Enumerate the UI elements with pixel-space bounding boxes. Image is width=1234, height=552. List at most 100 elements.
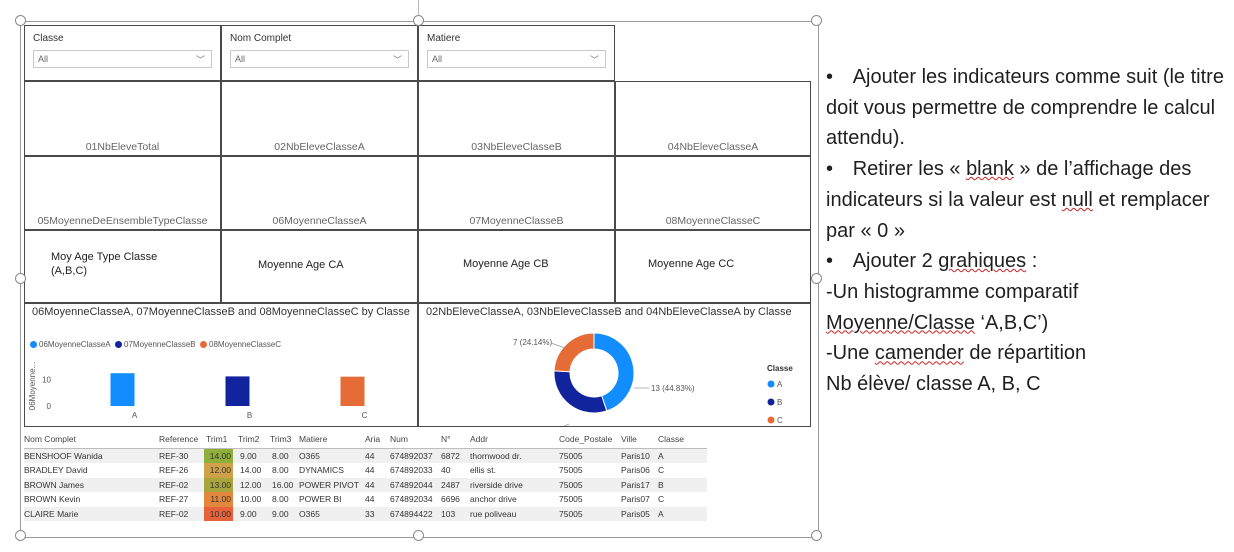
table-cell: A <box>658 508 664 519</box>
slicer-label: Matiere <box>427 33 461 44</box>
chevron-down-icon[interactable]: ﹀ <box>196 53 205 66</box>
column-header[interactable]: N° <box>441 434 451 444</box>
chevron-down-icon[interactable]: ﹀ <box>590 53 599 66</box>
column-header[interactable]: Trim1 <box>206 434 227 444</box>
bar-chart[interactable]: 06Moyenne... 0 10 A B C <box>25 304 417 426</box>
column-header[interactable]: Reference <box>159 434 198 444</box>
donut-chart-panel[interactable]: 02NbEleveClasseA, 03NbEleveClasseB and 0… <box>418 303 811 427</box>
age-card[interactable]: Moyenne Age CC <box>615 230 811 303</box>
x-tick-label: C <box>362 411 368 420</box>
note-line: -Une camender de répartition <box>826 338 1231 369</box>
kpi-label: 04NbEleveClasseA <box>667 141 759 153</box>
table-cell: O365 <box>299 451 320 461</box>
trim1-cell: 10.00 <box>204 506 233 521</box>
kpi-card[interactable]: 02NbEleveClasseA <box>221 81 418 156</box>
bullet-text: Ajouter les indicateurs comme suit (le t… <box>826 66 1224 150</box>
table-header: Nom Complet Reference Trim1 Trim2 Trim3 Matie… <box>24 430 707 449</box>
resize-handle[interactable] <box>811 15 822 26</box>
instructions-text: • Ajouter les indicateurs comme suit (le… <box>826 62 1231 400</box>
matiere-dropdown[interactable]: All ﹀ <box>427 50 606 68</box>
column-header[interactable]: Classe <box>658 434 684 444</box>
donut-slice <box>553 370 608 414</box>
note-line: -Un histogramme comparatif <box>826 280 1079 303</box>
column-header[interactable]: Num <box>390 434 408 444</box>
resize-handle[interactable] <box>811 273 822 284</box>
table-cell: BENSHOOF Wanida <box>24 451 103 461</box>
table-cell: DYNAMICS <box>299 465 344 476</box>
column-header[interactable]: Trim3 <box>270 434 291 444</box>
y-tick-label: 10 <box>42 375 51 384</box>
kpi-card[interactable]: 07MoyenneClasseB <box>418 156 615 230</box>
slicer-label: Classe <box>33 33 64 44</box>
table-cell: thornwood dr. <box>470 451 522 461</box>
kpi-card[interactable]: 04NbEleveClasseA <box>615 81 811 156</box>
table-cell: 44 <box>365 479 375 490</box>
bullet-text: Ajouter 2 <box>852 250 939 273</box>
table-row[interactable]: CLAIRE Marie REF-02 10.00 9.00 9.00 O365 33 674… <box>24 506 707 521</box>
column-header[interactable]: Nom Complet <box>24 434 76 444</box>
resize-handle[interactable] <box>413 530 424 541</box>
bar-chart-panel[interactable]: 06MoyenneClasseA, 07MoyenneClasseB and 0… <box>24 303 418 427</box>
slicer-matiere[interactable]: Matiere All ﹀ <box>418 25 615 81</box>
table-row[interactable]: BRADLEY David REF-26 12.00 14.00 8.00 DYNAMIC… <box>24 463 707 478</box>
column-header[interactable]: Trim2 <box>238 434 259 444</box>
kpi-label: 02NbEleveClasseA <box>274 141 365 153</box>
table-cell: C <box>658 494 665 505</box>
table-cell: 75005 <box>559 508 583 519</box>
resize-handle[interactable] <box>413 15 424 26</box>
age-card-label: Moyenne Age CB <box>463 258 549 270</box>
resize-handle[interactable] <box>15 273 26 284</box>
donut-slice <box>553 332 595 373</box>
table-cell: POWER PIVOT <box>299 479 359 490</box>
table-cell: BRADLEY David <box>24 465 88 476</box>
slicer-label: Nom Complet <box>230 33 292 44</box>
table-row[interactable]: BROWN James REF-02 13.00 12.00 16.00 POWER PI… <box>24 477 707 493</box>
column-header[interactable]: Code_Postale <box>559 434 612 444</box>
nom-complet-dropdown[interactable]: All ﹀ <box>230 50 409 68</box>
table-cell: 44 <box>365 465 375 476</box>
column-header[interactable]: Aria <box>365 434 380 444</box>
table-row[interactable]: BROWN Kevin REF-27 11.00 10.00 8.00 POWER BI 4… <box>24 492 707 507</box>
column-header[interactable]: Addr <box>470 434 488 444</box>
table-cell: 44 <box>365 494 375 505</box>
legend-label: B <box>777 398 782 407</box>
kpi-label: 05MoyenneDeEnsembleTypeClasse <box>37 215 208 227</box>
kpi-card[interactable]: 01NbEleveTotal <box>24 81 221 156</box>
classe-dropdown[interactable]: All ﹀ <box>33 50 212 68</box>
kpi-card[interactable]: 03NbEleveClasseB <box>418 81 615 156</box>
y-axis-label: 06Moyenne... <box>28 362 37 410</box>
kpi-card[interactable]: 08MoyenneClasseC <box>615 156 811 230</box>
table-cell: 75005 <box>559 451 583 461</box>
note-line: Nb élève/ classe A, B, C <box>826 373 1041 396</box>
table-cell: Paris05 <box>621 508 650 519</box>
leader-line <box>550 342 566 349</box>
alignment-guide <box>418 0 419 16</box>
table-row[interactable]: BENSHOOF Wanida REF-30 14.00 9.00 8.00 O365 44… <box>24 449 707 464</box>
resize-handle[interactable] <box>811 530 822 541</box>
data-label: 7 (24.14%) <box>513 338 552 347</box>
kpi-label: 06MoyenneClasseA <box>272 215 367 227</box>
chevron-down-icon[interactable]: ﹀ <box>393 53 402 66</box>
age-card[interactable]: Moy Age Type Classe (A,B,C) <box>24 230 221 303</box>
legend-title: Classe <box>767 364 793 373</box>
table-cell: REF-02 <box>159 479 189 490</box>
table-cell: 2487 <box>441 479 460 490</box>
age-card[interactable]: Moyenne Age CB <box>418 230 615 303</box>
slicer-nom-complet[interactable]: Nom Complet All ﹀ <box>221 25 418 81</box>
table-cell: 8.00 <box>272 494 289 505</box>
slicer-classe[interactable]: Classe All ﹀ <box>24 25 221 81</box>
data-table[interactable]: Nom Complet Reference Trim1 Trim2 Trim3 Matie… <box>24 430 707 521</box>
kpi-card[interactable]: 06MoyenneClasseA <box>221 156 418 230</box>
kpi-card[interactable]: 05MoyenneDeEnsembleTypeClasse <box>24 156 221 230</box>
column-header[interactable]: Ville <box>621 434 637 444</box>
report-canvas: Classe All ﹀ Nom Complet All ﹀ Matiere All… <box>20 21 819 538</box>
column-header[interactable]: Matiere <box>299 434 327 444</box>
resize-handle[interactable] <box>15 530 26 541</box>
donut-chart[interactable]: 7 (24.14%)13 (44.83%)9 (31.03%)ClasseABC <box>419 304 810 426</box>
age-card[interactable]: Moyenne Age CA <box>221 230 418 303</box>
trim1-cell: 13.00 <box>204 477 233 493</box>
resize-handle[interactable] <box>15 15 26 26</box>
table-cell: 674892037 <box>390 451 433 461</box>
note-text: de répartition <box>963 342 1087 365</box>
table-cell: 14.00 <box>240 465 262 476</box>
